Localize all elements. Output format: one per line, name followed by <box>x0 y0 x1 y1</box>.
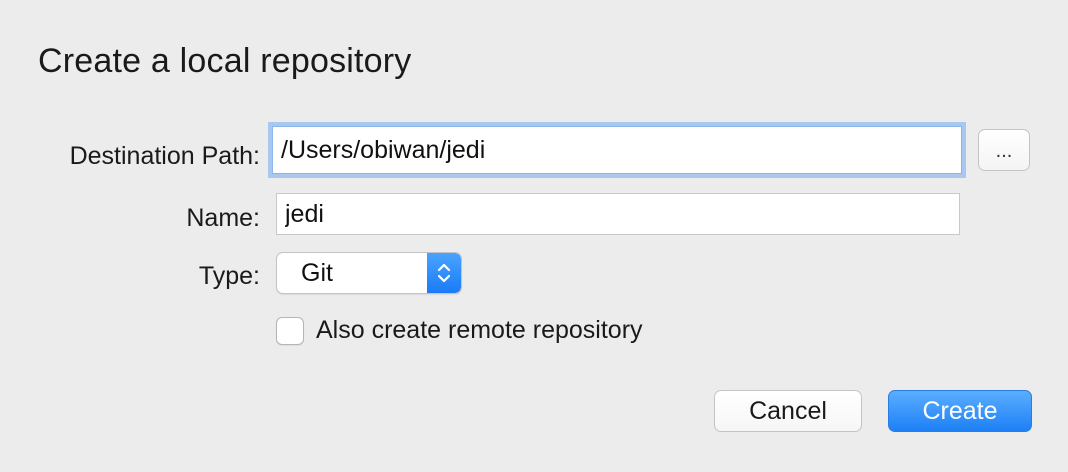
remote-repository-checkbox[interactable] <box>276 316 304 345</box>
create-local-repository-dialog: Create a local repository Destination Pa… <box>0 0 1068 472</box>
remote-repository-checkbox-row[interactable]: Also create remote repository <box>276 316 643 345</box>
type-label: Type: <box>198 262 260 290</box>
cancel-button[interactable]: Cancel <box>714 390 862 432</box>
remote-repository-checkbox-label: Also create remote repository <box>316 316 643 344</box>
name-input[interactable] <box>276 193 960 235</box>
type-popup-button[interactable]: Git <box>276 252 462 294</box>
name-label: Name: <box>186 204 260 232</box>
dialog-title: Create a local repository <box>38 42 412 80</box>
create-button[interactable]: Create <box>888 390 1032 432</box>
destination-path-input[interactable] <box>272 126 962 174</box>
up-down-chevron-icon <box>427 253 461 293</box>
type-selected-value: Git <box>301 259 333 287</box>
browse-button[interactable]: ... <box>978 129 1030 171</box>
destination-path-label: Destination Path: <box>69 142 260 170</box>
